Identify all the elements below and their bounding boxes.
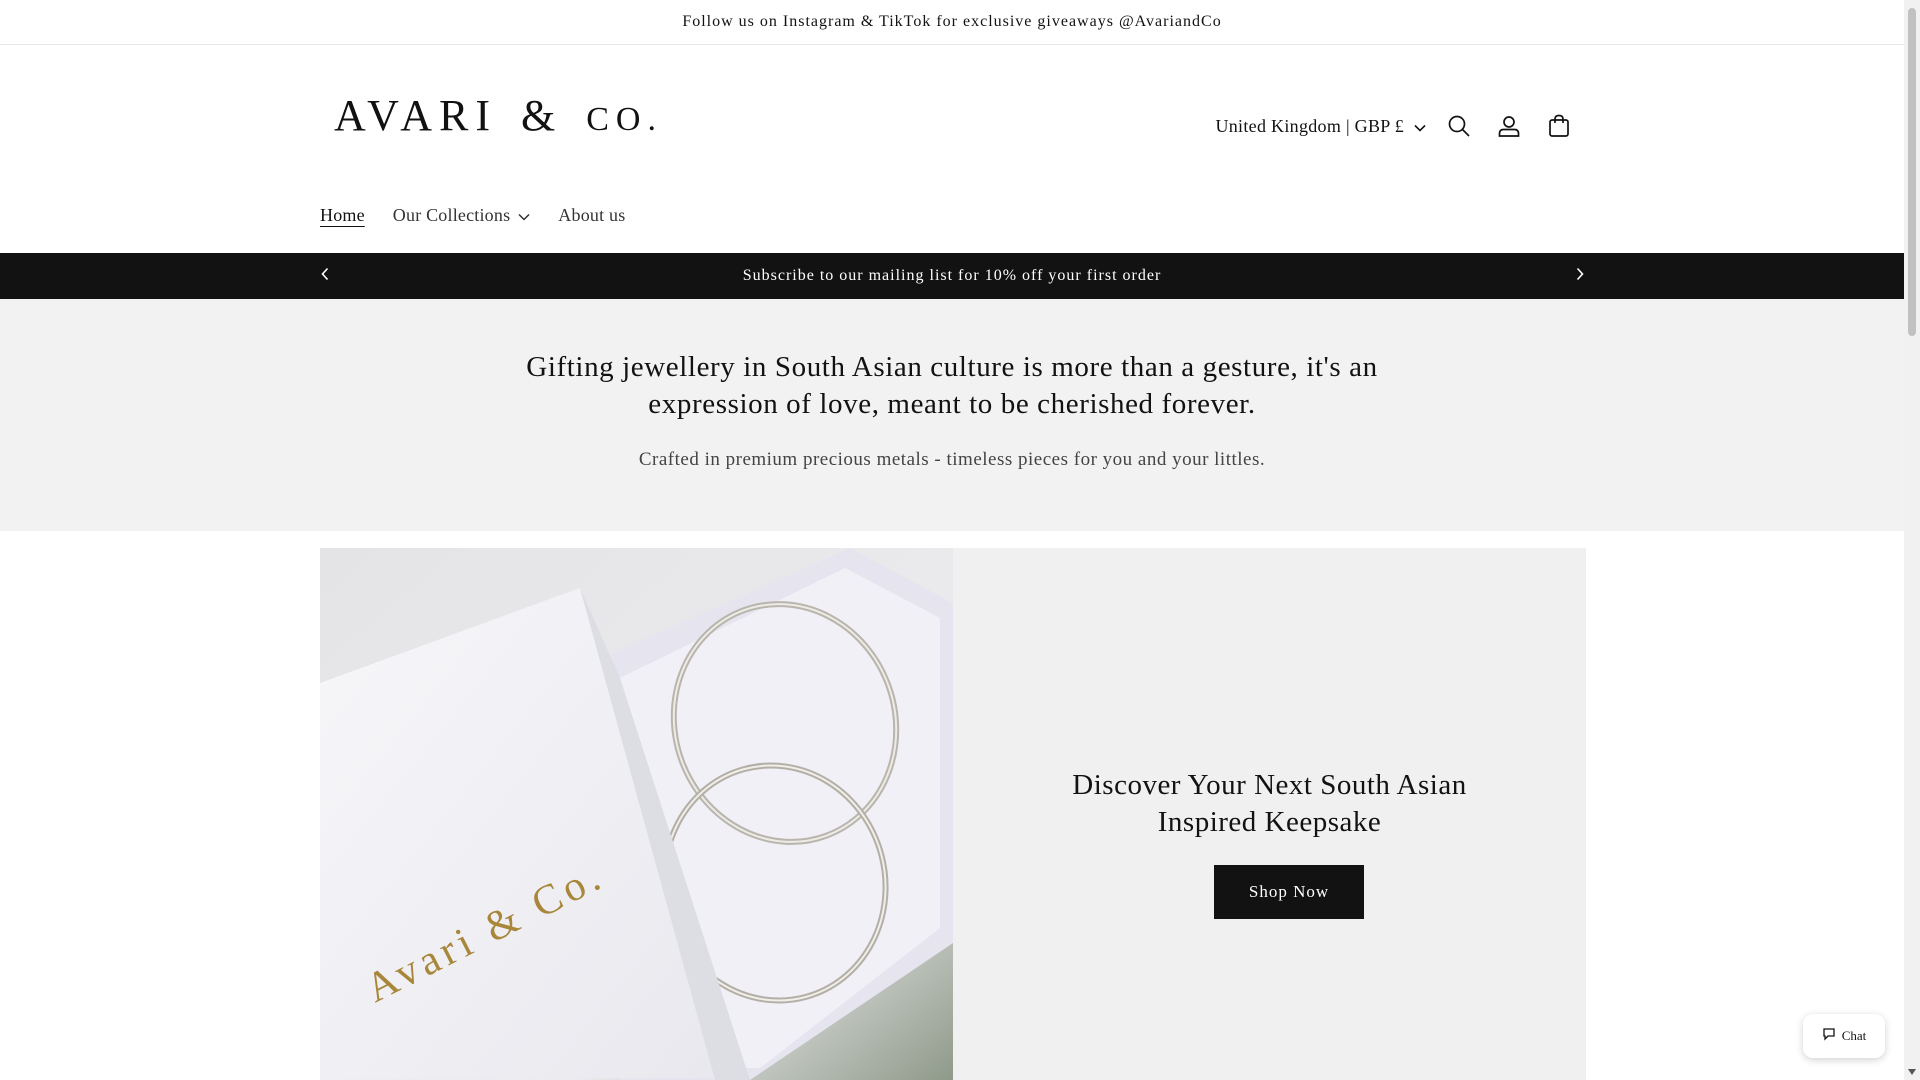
announcement-text: Follow us on Instagram & TikTok for excl… [682, 13, 1222, 30]
intro-heading: Gifting jewellery in South Asian culture… [0, 349, 1904, 423]
chat-label: Chat [1841, 1028, 1867, 1043]
nav-item-home[interactable]: Home [320, 205, 365, 226]
cart-button[interactable] [1534, 101, 1584, 151]
logo-text-co: CO. [586, 101, 663, 138]
logo-text-main: AVARI [334, 91, 497, 140]
search-icon [1447, 114, 1471, 138]
feature-image: Avari & Co. [320, 548, 953, 1080]
nav-item-label: About us [558, 205, 626, 225]
shop-now-button[interactable]: Shop Now [1214, 865, 1364, 919]
promo-bar: Subscribe to our mailing list for 10% of… [0, 253, 1904, 299]
site-header: AVARI & CO. United Kingdom | GBP £ Home … [0, 45, 1904, 253]
feature-text-panel: Discover Your Next South Asian Inspired … [953, 548, 1586, 1080]
feature-section: Avari & Co. Discover Your Next South Asi… [320, 548, 1586, 1080]
country-selector[interactable]: United Kingdom | GBP £ [1207, 110, 1434, 143]
page: Follow us on Instagram & TikTok for excl… [0, 0, 1904, 1080]
cart-icon [1548, 114, 1570, 138]
nav-item-about-us[interactable]: About us [558, 205, 625, 226]
chevron-down-icon [518, 205, 530, 226]
logo[interactable]: AVARI & CO. [334, 90, 663, 141]
chat-button[interactable]: Chat [1803, 1014, 1885, 1058]
nav-item-label: Home [320, 205, 365, 225]
chat-bubble-icon [1822, 1027, 1836, 1045]
chevron-right-icon [1575, 267, 1585, 286]
account-icon [1497, 114, 1521, 138]
page-scrollbar[interactable] [1904, 0, 1920, 1080]
account-button[interactable] [1484, 101, 1534, 151]
scroll-down-arrow-icon[interactable] [1908, 1068, 1916, 1076]
intro-subtext: Crafted in premium precious metals - tim… [638, 449, 1266, 470]
header-actions: United Kingdom | GBP £ [1207, 101, 1584, 151]
intro-heading-line: Gifting jewellery in South Asian culture… [526, 351, 1378, 383]
logo-text-amp: & [520, 91, 563, 140]
nav-item-our-collections[interactable]: Our Collections [393, 205, 531, 226]
country-selector-label: United Kingdom | GBP £ [1215, 115, 1404, 136]
chevron-down-icon [1414, 116, 1426, 137]
nav-item-label: Our Collections [392, 205, 511, 225]
scrollbar-thumb[interactable] [1908, 8, 1916, 336]
intro-section: Gifting jewellery in South Asian culture… [0, 299, 1904, 531]
announcement-bar: Follow us on Instagram & TikTok for excl… [0, 0, 1904, 45]
promo-next-button[interactable] [1569, 265, 1591, 287]
feature-heading-line: Discover Your Next South Asian [1072, 769, 1467, 801]
search-button[interactable] [1434, 101, 1484, 151]
intro-heading-line: expression of love, meant to be cherishe… [648, 388, 1256, 420]
feature-heading: Discover Your Next South Asian Inspired … [1013, 767, 1526, 841]
main-nav: Home Our Collections About us [320, 205, 625, 226]
feature-heading-line: Inspired Keepsake [1157, 806, 1382, 838]
promo-text: Subscribe to our mailing list for 10% of… [742, 267, 1162, 284]
